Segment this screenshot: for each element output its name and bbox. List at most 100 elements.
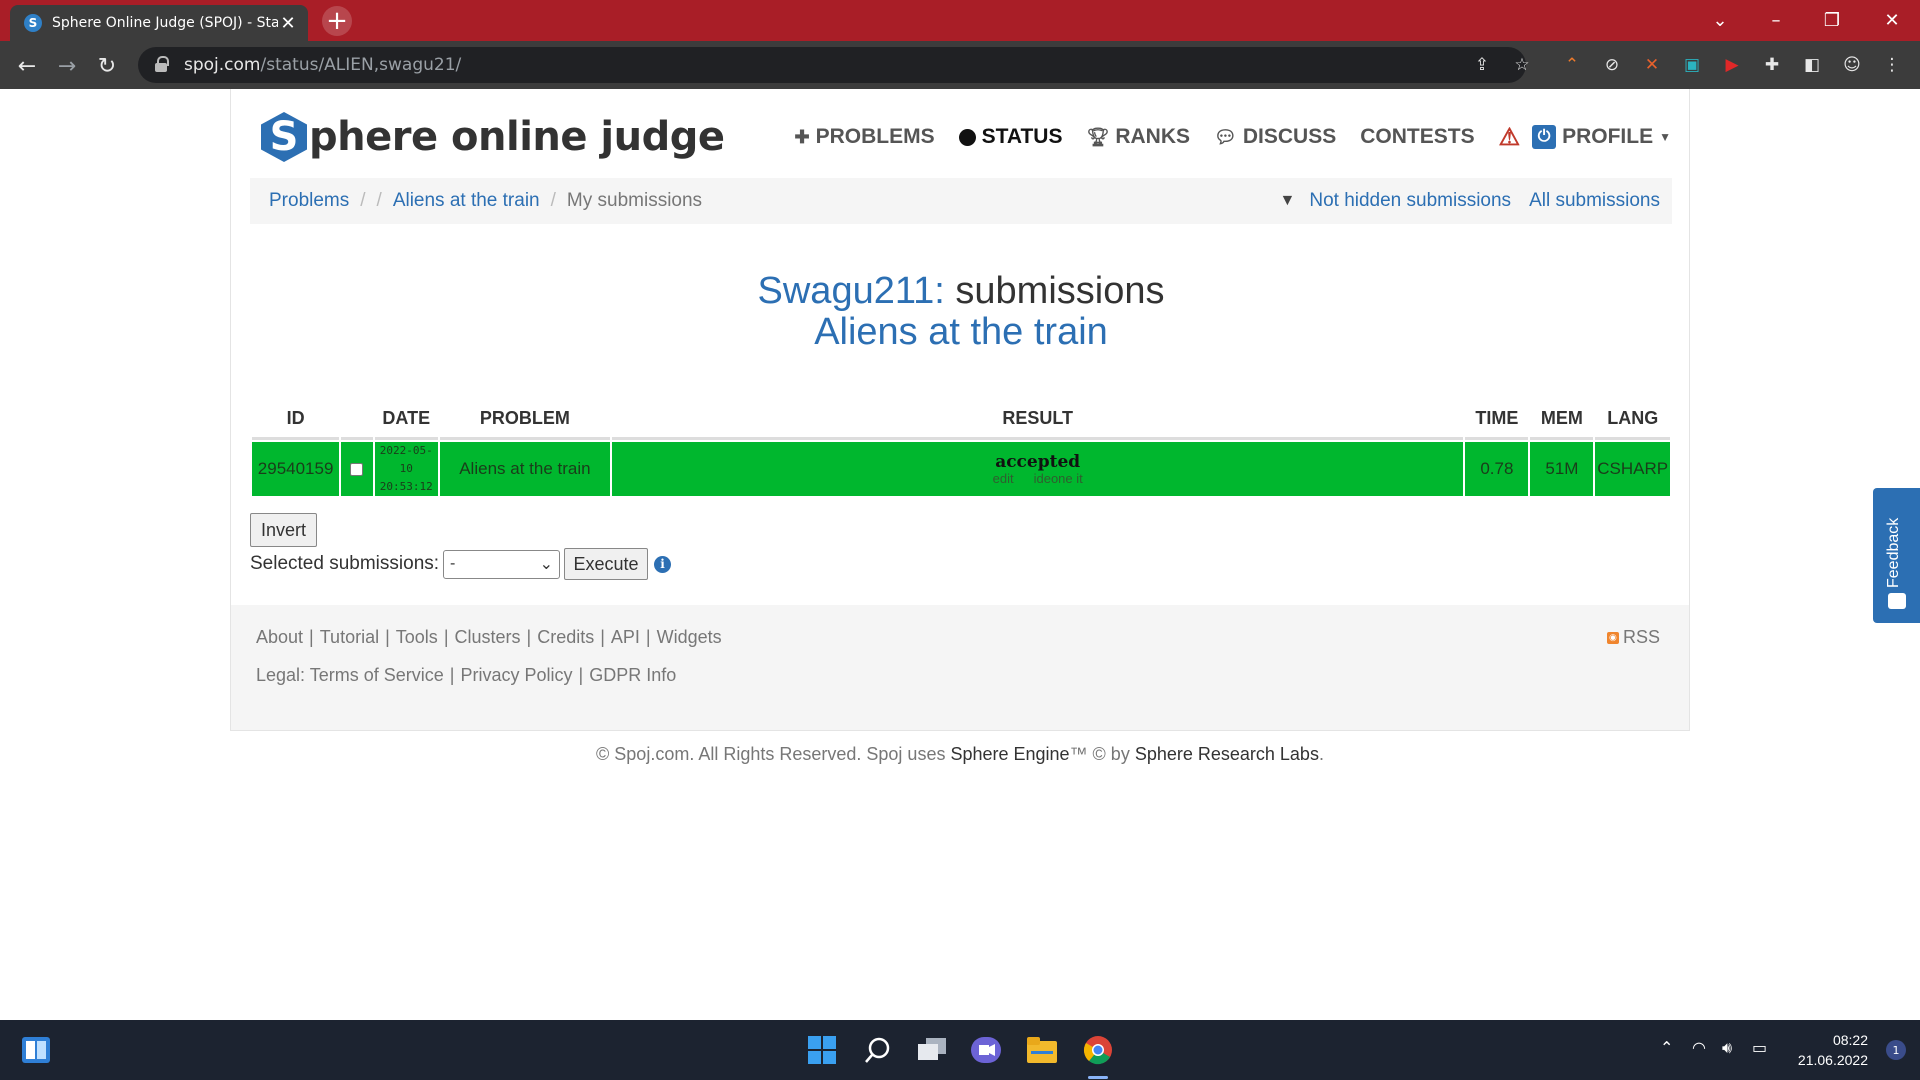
back-icon[interactable]: ← — [14, 53, 40, 79]
breadcrumb-problem[interactable]: Aliens at the train — [393, 190, 540, 212]
extension-arrow-icon[interactable]: ⌃ — [1560, 53, 1584, 77]
not-hidden-submissions-link[interactable]: Not hidden submissions — [1309, 190, 1511, 212]
search-icon[interactable] — [862, 1034, 894, 1066]
comments-icon: 💬︎ — [1214, 126, 1237, 147]
footer-links: About | Tutorial | Tools | Clusters | Credits | AP… — [256, 627, 722, 647]
browser-tab[interactable]: S Sphere Online Judge (SPOJ) - Sta ✕ — [10, 5, 308, 41]
rss-link[interactable]: ◉ RSS — [1606, 627, 1660, 648]
submission-id[interactable]: 29540159 — [252, 440, 340, 496]
footer-gdpr[interactable]: GDPR Info — [589, 665, 676, 685]
sphere-engine-link[interactable]: Sphere Engine — [950, 744, 1069, 764]
submission-problem[interactable]: Aliens at the train — [439, 440, 611, 496]
footer-api[interactable]: API — [611, 627, 640, 647]
rss-icon: ◉ — [1606, 631, 1619, 644]
close-tab-icon[interactable]: ✕ — [278, 13, 298, 34]
profile-avatar-icon[interactable]: ☺ — [1840, 53, 1864, 77]
reload-icon[interactable]: ↻ — [94, 53, 120, 79]
row-checkbox-cell — [341, 440, 373, 496]
bookmark-star-icon[interactable]: ☆ — [1510, 53, 1534, 77]
extensions-puzzle-icon[interactable]: ✚ — [1760, 53, 1784, 77]
widgets-icon[interactable] — [20, 1034, 52, 1066]
battery-icon[interactable]: ▭ — [1752, 1038, 1767, 1057]
footer-clusters[interactable]: Clusters — [455, 627, 521, 647]
teams-chat-icon[interactable] — [970, 1034, 1002, 1066]
browser-toolbar: ← → ↻ spoj.com/status/ALIEN,swagu21/ ⇪ ☆… — [0, 41, 1920, 89]
sphere-research-labs-link[interactable]: Sphere Research Labs — [1135, 744, 1319, 764]
volume-icon[interactable]: 🔊︎ — [1722, 1038, 1732, 1058]
chrome-icon[interactable] — [1082, 1034, 1114, 1066]
all-submissions-link[interactable]: All submissions — [1529, 190, 1660, 212]
page-title: Swagu211: submissions Aliens at the trai… — [231, 271, 1691, 353]
tray-chevron-up-icon[interactable]: ⌃ — [1660, 1038, 1673, 1057]
puzzle-icon: ✚ — [794, 126, 810, 147]
page-container: S phere online judge ✚ PROBLEMS STATUS 🏆︎… — [230, 89, 1690, 731]
start-windows-icon[interactable] — [806, 1034, 838, 1066]
col-date: DATE — [374, 400, 438, 440]
nav-profile[interactable]: ⏻ PROFILE ▼ — [1520, 125, 1671, 149]
footer-tools[interactable]: Tools — [396, 627, 438, 647]
lock-icon — [154, 56, 170, 74]
breadcrumb-problems[interactable]: Problems — [269, 190, 349, 212]
feedback-button[interactable]: Feedback — [1873, 488, 1920, 623]
nav-ranks[interactable]: 🏆︎ RANKS — [1086, 125, 1190, 149]
extension-x-icon[interactable]: ✕ — [1640, 53, 1664, 77]
feedback-label: Feedback — [1885, 517, 1902, 588]
row-checkbox[interactable] — [350, 463, 364, 477]
footer-credits[interactable]: Credits — [537, 627, 594, 647]
col-mem: MEM — [1530, 400, 1594, 440]
action-select[interactable]: - ⌄ — [443, 549, 561, 579]
minimize-button[interactable]: – — [1748, 0, 1804, 41]
footer-terms[interactable]: Terms of Service — [310, 665, 444, 685]
footer-privacy[interactable]: Privacy Policy — [460, 665, 572, 685]
share-icon[interactable]: ⇪ — [1470, 53, 1494, 77]
result-status: accepted — [995, 451, 1081, 472]
submission-mem: 51M — [1530, 440, 1594, 496]
main-nav: ✚ PROBLEMS STATUS 🏆︎ RANKS 💬︎ DISCUSS CONTE… — [770, 119, 1671, 155]
extension-chart-icon[interactable]: ▣ — [1680, 53, 1704, 77]
footer-widgets[interactable]: Widgets — [657, 627, 722, 647]
nav-problems[interactable]: ✚ PROBLEMS — [794, 125, 934, 149]
system-clock[interactable]: 08:22 21.06.2022 — [1798, 1030, 1868, 1070]
nav-status[interactable]: STATUS — [958, 125, 1062, 149]
execute-button[interactable]: Execute — [564, 548, 649, 580]
footer-about[interactable]: About — [256, 627, 303, 647]
restore-button[interactable]: ❐ — [1804, 0, 1860, 41]
breadcrumb-current: My submissions — [566, 190, 703, 211]
title-word: submissions — [955, 270, 1165, 312]
info-icon[interactable]: i — [654, 555, 672, 573]
col-id: ID — [252, 400, 340, 440]
problem-title-link[interactable]: Aliens at the train — [231, 312, 1691, 353]
file-explorer-icon[interactable] — [1026, 1034, 1058, 1066]
extension-block-icon[interactable]: ⊘ — [1600, 53, 1624, 77]
task-view-icon[interactable] — [916, 1034, 948, 1066]
status-dot-icon — [958, 128, 976, 146]
user-link[interactable]: Swagu211: — [758, 270, 945, 312]
table-header-row: ID DATE PROBLEM RESULT TIME MEM LANG — [252, 400, 1670, 440]
feedback-chat-icon — [1888, 593, 1906, 609]
notification-badge[interactable]: 1 — [1886, 1040, 1906, 1060]
submission-time[interactable]: 0.78 — [1465, 440, 1529, 496]
trophy-icon: 🏆︎ — [1086, 126, 1110, 147]
footer: About | Tutorial | Tools | Clusters | Credits | AP… — [231, 605, 1689, 731]
wifi-icon[interactable]: ◠ — [1692, 1038, 1706, 1057]
ideone-link[interactable]: ideone it — [1034, 471, 1083, 486]
invert-button[interactable]: Invert — [250, 513, 317, 547]
site-logo[interactable]: S phere online judge — [261, 109, 725, 165]
tab-search-icon[interactable]: ⌄ — [1692, 0, 1748, 41]
url-path: /status/ALIEN,swagu21/ — [260, 55, 462, 75]
side-panel-icon[interactable]: ◧ — [1800, 53, 1824, 77]
new-tab-button[interactable]: + — [319, 6, 355, 36]
close-window-button[interactable]: ✕ — [1864, 0, 1920, 41]
extension-video-icon[interactable]: ▶ — [1720, 53, 1744, 77]
forward-icon[interactable]: → — [54, 53, 80, 79]
menu-kebab-icon[interactable]: ⋮ — [1880, 53, 1904, 77]
tab-title: Sphere Online Judge (SPOJ) - Sta — [52, 15, 278, 31]
chevron-down-icon: ⌄ — [539, 556, 554, 573]
footer-tutorial[interactable]: Tutorial — [320, 627, 379, 647]
warning-icon[interactable]: ⚠ — [1499, 123, 1521, 152]
address-bar[interactable]: spoj.com/status/ALIEN,swagu21/ — [138, 47, 1526, 83]
edit-link[interactable]: edit — [993, 471, 1014, 486]
nav-discuss[interactable]: 💬︎ DISCUSS — [1214, 125, 1336, 149]
footer-legal: Legal: Terms of Service | Privacy Policy | G… — [256, 665, 677, 685]
nav-contests[interactable]: CONTESTS — [1360, 125, 1474, 149]
